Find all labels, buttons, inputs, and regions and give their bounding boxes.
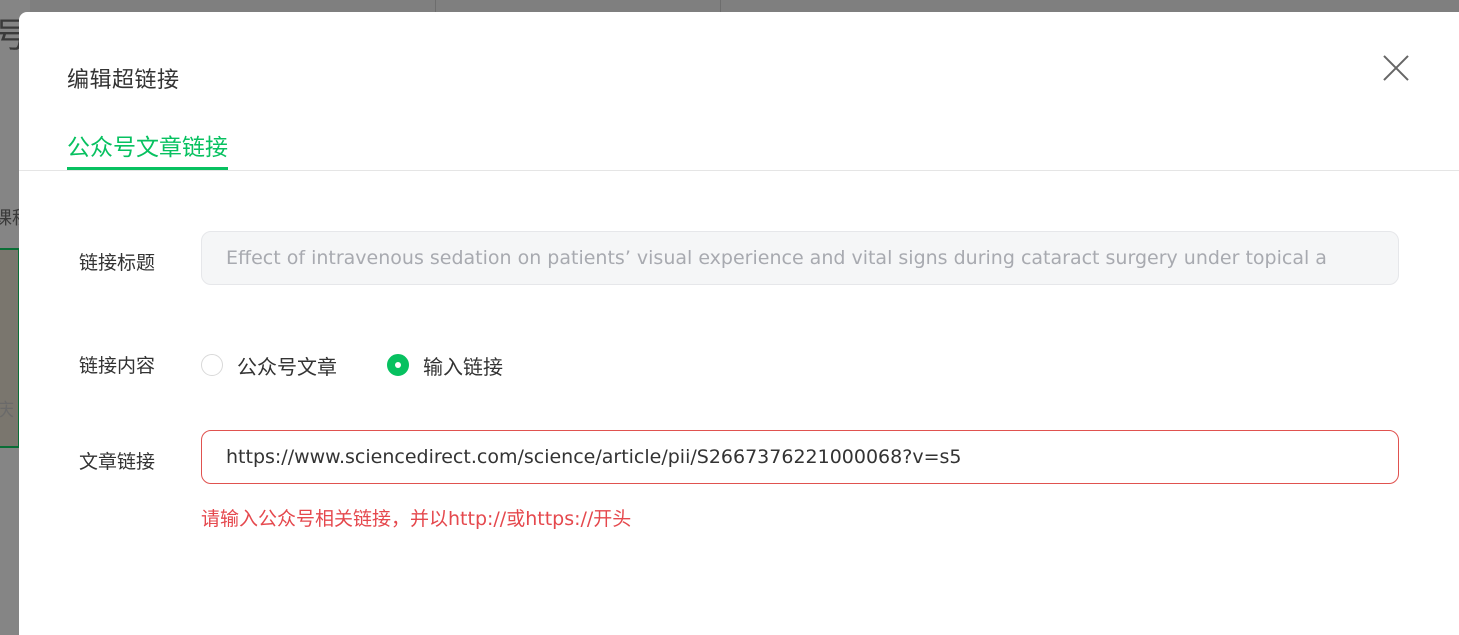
article-link-label: 文章链接 xyxy=(79,451,156,473)
link-content-radio-group: 公众号文章 输入链接 xyxy=(201,351,503,380)
article-link-input[interactable]: https://www.sciencedirect.com/science/ar… xyxy=(201,430,1399,484)
radio-checked-icon[interactable] xyxy=(387,354,409,376)
tab-divider xyxy=(19,170,1459,171)
close-icon[interactable] xyxy=(1381,52,1411,82)
radio-label-article: 公众号文章 xyxy=(237,354,337,379)
radio-option-article[interactable]: 公众号文章 xyxy=(201,351,337,380)
link-error-message: 请输入公众号相关链接，并以http://或https://开头 xyxy=(201,508,632,530)
link-title-input[interactable]: Effect of intravenous sedation on patien… xyxy=(201,231,1399,285)
background-divider xyxy=(435,0,436,12)
edit-hyperlink-dialog: 编辑超链接 公众号文章链接 链接标题 Effect of intravenous… xyxy=(19,12,1459,635)
radio-option-input-link[interactable]: 输入链接 xyxy=(387,351,503,380)
dialog-title: 编辑超链接 xyxy=(67,68,180,93)
background-text-low: 庆 xyxy=(0,400,14,421)
link-content-label: 链接内容 xyxy=(79,355,156,377)
radio-label-input-link: 输入链接 xyxy=(423,354,503,379)
background-divider xyxy=(720,0,721,12)
link-title-label: 链接标题 xyxy=(79,252,156,274)
tab-article-link[interactable]: 公众号文章链接 xyxy=(67,128,228,170)
radio-unchecked-icon[interactable] xyxy=(201,354,223,376)
